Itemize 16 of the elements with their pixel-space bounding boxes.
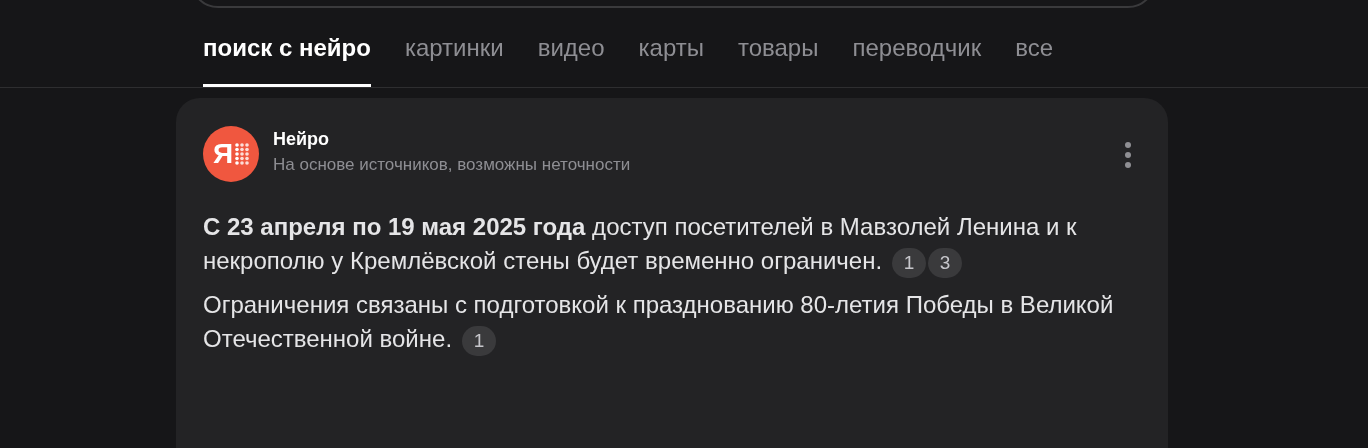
tab[interactable]: товары — [737, 35, 819, 87]
tab[interactable]: все — [1015, 35, 1054, 87]
more-icon[interactable] — [1125, 142, 1131, 168]
tab[interactable]: видео — [537, 35, 605, 87]
citation-link[interactable]: 1 — [892, 247, 927, 278]
tab[interactable]: поиск с нейро — [203, 35, 371, 87]
tab[interactable]: карты — [638, 35, 704, 87]
tab[interactable]: картинки — [404, 35, 504, 87]
citation-link[interactable]: 1 — [462, 325, 497, 356]
citation-link[interactable]: 3 — [928, 247, 963, 278]
answer-paragraph: Ограничения связаны с подготовкой к празднованию 80-летия Победы в Великой Отечественной войне. 1 — [203, 288, 1148, 356]
logo-icon: Я — [203, 126, 259, 182]
answer-subtitle: На основе источников, возможны неточности — [273, 154, 631, 176]
tab[interactable]: переводчик — [852, 35, 982, 87]
answer-paragraph: С 23 апреля по 19 мая 2025 года доступ посетителей в Мавзолей Ленина и к некрополю у Кремлёвской стены будет временно ограничен. 1 3 — [203, 210, 1148, 278]
answer-title: Нейро — [273, 128, 331, 151]
